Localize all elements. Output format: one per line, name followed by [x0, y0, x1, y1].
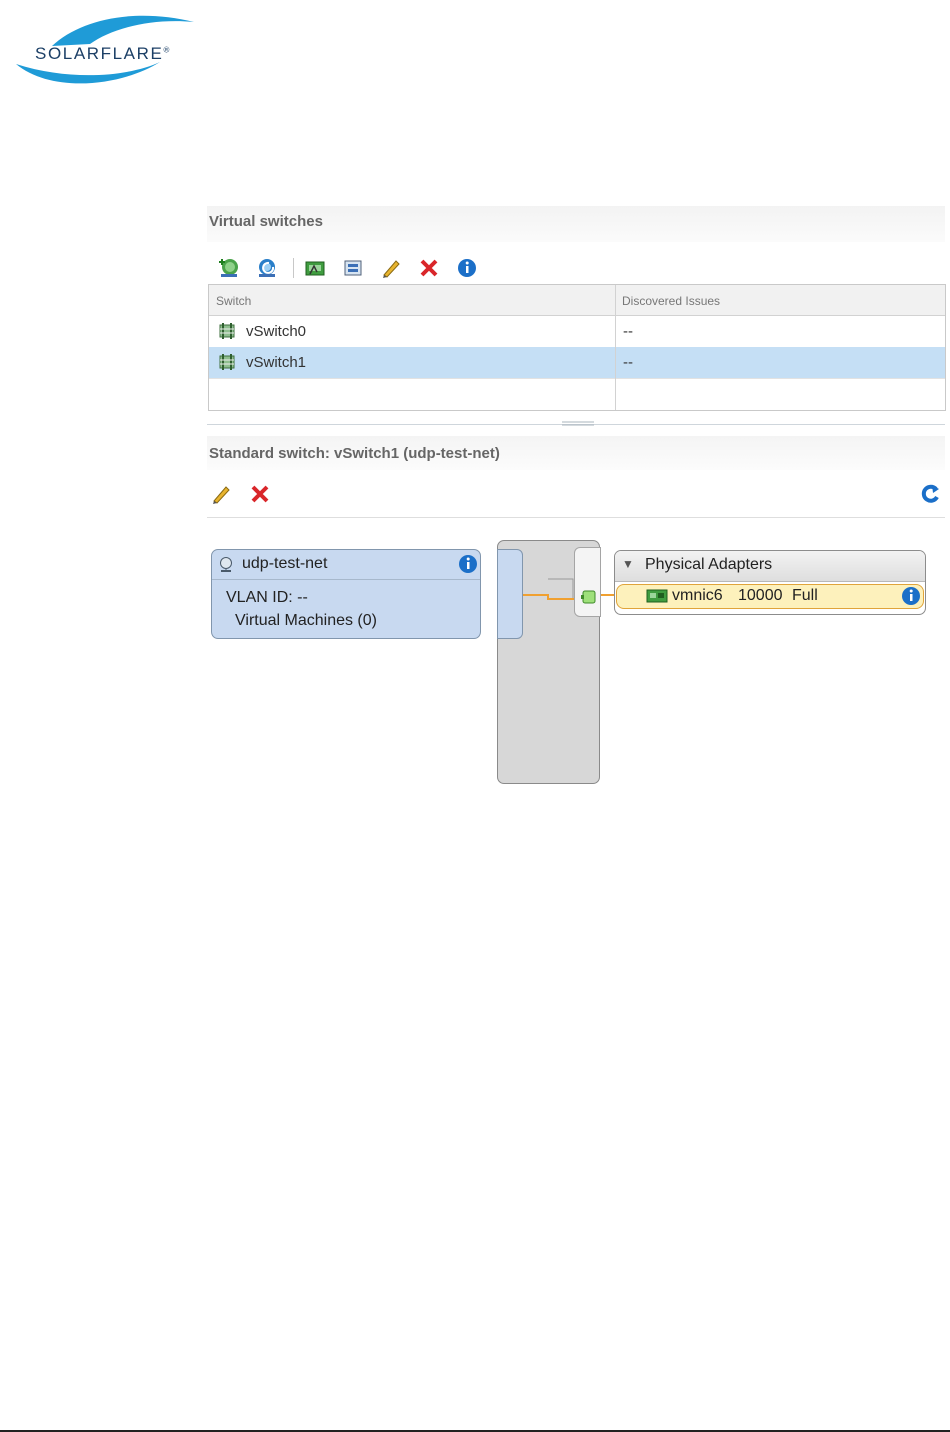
column-divider — [615, 285, 616, 410]
switch-uplink-connector — [574, 547, 601, 617]
delete-icon[interactable] — [249, 483, 271, 505]
edit-icon[interactable] — [210, 483, 232, 505]
info-icon[interactable] — [456, 257, 478, 279]
logo-text: SOLARFLARE® — [35, 44, 171, 63]
splitter-grip-icon[interactable] — [562, 421, 594, 427]
solarflare-logo: SOLARFLARE® — [12, 10, 202, 85]
uplink-port-icon — [581, 590, 596, 604]
port-group-icon — [220, 557, 232, 572]
table-row[interactable]: vSwitch0 -- — [209, 316, 945, 348]
virtual-switches-title: Virtual switches — [209, 213, 323, 230]
discovered-issues: -- — [623, 354, 633, 371]
network-adapter-icon — [646, 589, 668, 603]
switch-table: Switch Discovered Issues vSwitch0 -- vSw… — [208, 284, 946, 411]
info-icon[interactable] — [901, 586, 921, 606]
physical-adapters-header[interactable]: ▼ Physical Adapters — [615, 551, 925, 582]
port-group-name: udp-test-net — [242, 555, 328, 572]
manage-physical-adapters-icon[interactable] — [304, 257, 326, 279]
port-group-card[interactable]: udp-test-net VLAN ID: -- Virtual Machine… — [211, 549, 481, 639]
migrate-adapter-icon[interactable] — [342, 257, 364, 279]
column-header-discovered-issues[interactable]: Discovered Issues — [622, 294, 720, 308]
virtual-switch-icon — [219, 354, 235, 370]
column-header-switch[interactable]: Switch — [216, 294, 251, 308]
virtual-switch-icon — [219, 323, 235, 339]
adapter-duplex: Full — [792, 587, 818, 604]
edit-icon[interactable] — [380, 257, 402, 279]
physical-adapters-title: Physical Adapters — [645, 556, 773, 573]
refresh-icon[interactable] — [920, 483, 942, 505]
virtual-machines-count[interactable]: Virtual Machines (0) — [235, 612, 377, 630]
toolbar-separator — [293, 258, 294, 278]
discovered-issues: -- — [623, 323, 633, 340]
physical-adapter-row[interactable]: vmnic6 10000 Full — [616, 584, 924, 609]
switch-name: vSwitch1 — [246, 354, 307, 371]
add-networking-icon[interactable] — [218, 257, 240, 279]
table-row-selected[interactable]: vSwitch1 -- — [209, 347, 945, 379]
collapse-triangle-icon[interactable]: ▼ — [622, 557, 634, 571]
toolbar-divider — [207, 517, 945, 518]
refresh-icon[interactable] — [256, 257, 278, 279]
switch-port-group-connector — [497, 549, 523, 639]
info-icon[interactable] — [458, 554, 478, 574]
delete-icon[interactable] — [418, 257, 440, 279]
vlan-id: VLAN ID: -- — [226, 589, 308, 606]
adapter-name: vmnic6 — [672, 587, 723, 604]
standard-switch-title: Standard switch: vSwitch1 (udp-test-net) — [209, 445, 500, 462]
adapter-speed: 10000 — [738, 587, 783, 604]
switch-name: vSwitch0 — [246, 323, 307, 340]
port-group-header: udp-test-net — [212, 550, 480, 580]
table-header: Switch Discovered Issues — [209, 285, 945, 316]
